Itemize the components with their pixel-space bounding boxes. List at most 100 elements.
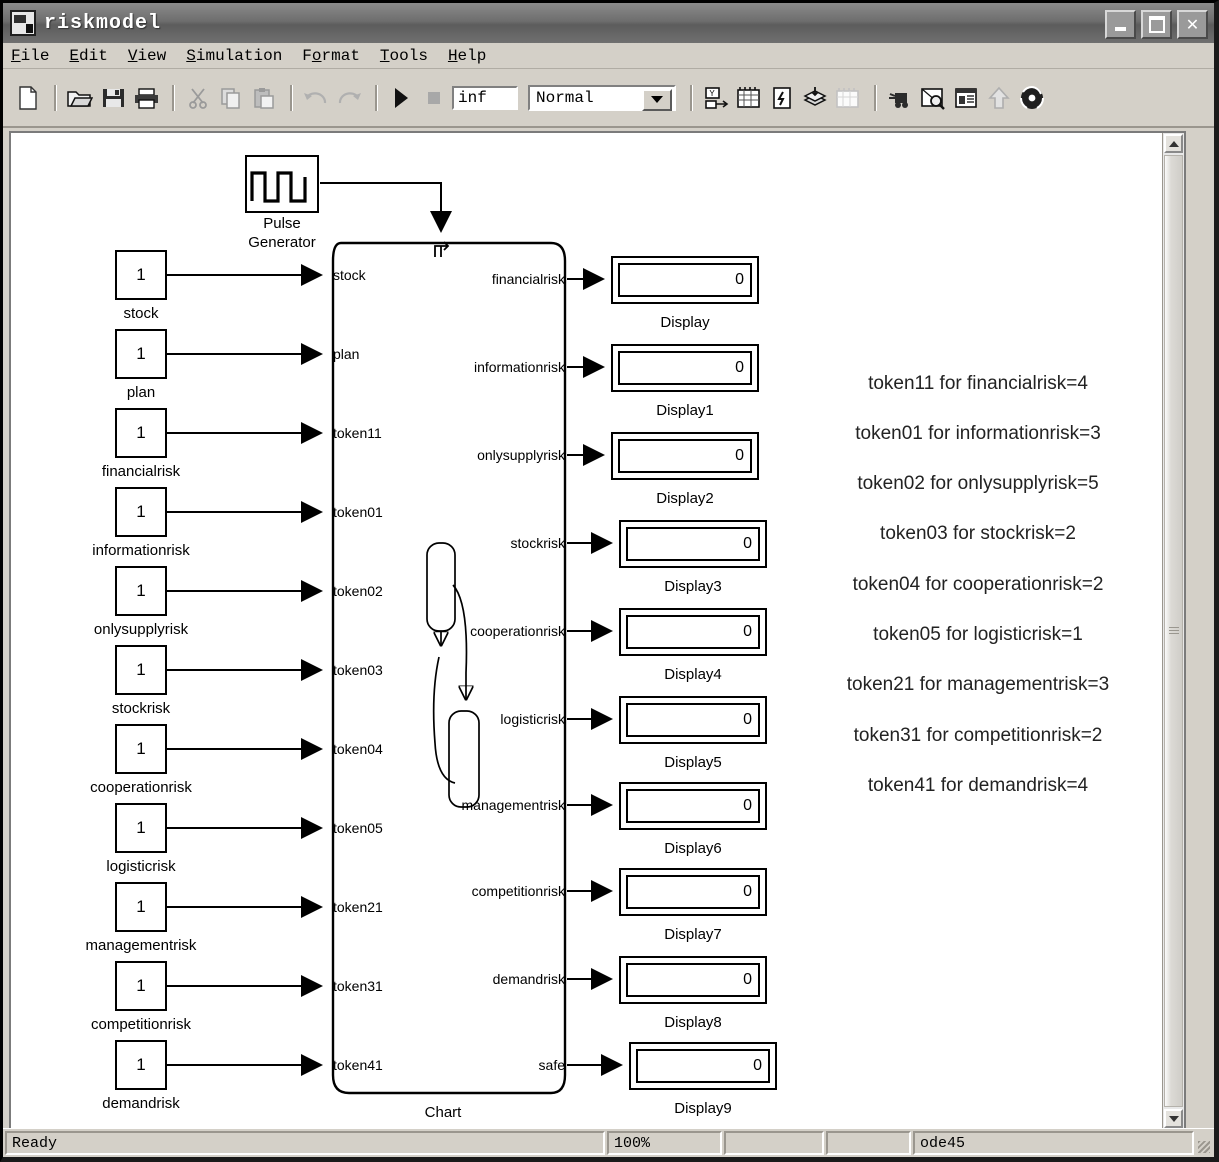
constant-block-financialrisk[interactable]: 1 (115, 408, 167, 458)
scrollbar-thumb[interactable] (1164, 155, 1183, 1107)
constant-label-cooperationrisk: cooperationrisk (90, 779, 192, 796)
chart-input-port-token04: token04 (333, 741, 383, 757)
model-canvas[interactable]: Pulse Generator 1 1 1 1 1 1 1 1 1 1 1 st… (9, 131, 1186, 1131)
find-icon[interactable] (918, 83, 948, 113)
constant-value: 1 (136, 976, 146, 995)
chart-output-port-stockrisk: stockrisk (510, 535, 565, 551)
menu-tools[interactable]: Tools (380, 47, 428, 65)
chevron-down-icon[interactable] (642, 88, 672, 111)
data-inspector-icon[interactable] (833, 83, 863, 113)
menu-view[interactable]: View (128, 47, 166, 65)
display-block-7[interactable]: 0 (619, 868, 767, 916)
constant-block-stockrisk[interactable]: 1 (115, 645, 167, 695)
constant-block-plan[interactable]: 1 (115, 329, 167, 379)
debug-icon[interactable] (885, 83, 915, 113)
display-label-9: Display9 (674, 1100, 732, 1117)
annotation-8: token41 for demandrisk=4 (867, 775, 1089, 796)
constant-value: 1 (136, 581, 146, 600)
menu-format[interactable]: Format (302, 47, 360, 65)
print-icon[interactable] (131, 83, 161, 113)
display-block-1[interactable]: 0 (611, 344, 759, 392)
chart-input-port-token11: token11 (333, 425, 382, 441)
model-diagram: Pulse Generator 1 1 1 1 1 1 1 1 1 1 1 st… (11, 133, 1164, 1129)
constant-block-managementrisk[interactable]: 1 (115, 882, 167, 932)
scroll-down-icon[interactable] (1164, 1109, 1183, 1128)
status-bar: Ready 100% ode45 (3, 1128, 1214, 1157)
scroll-up-icon[interactable] (1164, 134, 1183, 153)
cut-icon[interactable] (183, 83, 213, 113)
chart-input-port-token02: token02 (333, 583, 383, 599)
annotation-6: token21 for managementrisk=3 (846, 674, 1110, 695)
display-block-2[interactable]: 0 (611, 432, 759, 480)
resize-grip-icon[interactable] (1196, 1131, 1212, 1155)
redo-icon[interactable] (334, 83, 364, 113)
menu-edit[interactable]: Edit (69, 47, 107, 65)
constant-label-stock: stock (123, 305, 159, 322)
new-model-icon[interactable] (13, 83, 43, 113)
window-title: riskmodel (44, 11, 162, 35)
chart-input-port-token03: token03 (333, 662, 383, 678)
simulation-mode-select[interactable]: Normal (528, 84, 676, 111)
chart-input-port-token05: token05 (333, 820, 383, 836)
copy-icon[interactable] (216, 83, 246, 113)
constant-value: 1 (136, 660, 146, 679)
constant-block-demandrisk[interactable]: 1 (115, 1040, 167, 1090)
annotation-3: token03 for stockrisk=2 (880, 523, 1076, 544)
minimize-button[interactable] (1105, 10, 1136, 39)
stop-time-input[interactable]: inf (452, 85, 518, 110)
constant-block-stock[interactable]: 1 (115, 250, 167, 300)
display-block-9[interactable]: 0 (629, 1042, 777, 1090)
display-block-3[interactable]: 0 (619, 520, 767, 568)
chart-output-port-demandrisk: demandrisk (492, 971, 565, 987)
display-block-0[interactable]: 0 (611, 256, 759, 304)
display-value: 0 (626, 789, 760, 823)
constant-value: 1 (136, 344, 146, 363)
toggle-scope-icon[interactable] (800, 83, 830, 113)
model-properties-icon[interactable] (951, 83, 981, 113)
chart-output-port-managementrisk: managementrisk (461, 797, 566, 813)
constant-block-cooperationrisk[interactable]: 1 (115, 724, 167, 774)
constant-block-onlysupplyrisk[interactable]: 1 (115, 566, 167, 616)
display-value: 0 (636, 1049, 770, 1083)
menu-help[interactable]: Help (448, 47, 486, 65)
display-label-4: Display4 (664, 666, 722, 683)
open-model-icon[interactable] (65, 83, 95, 113)
display-label-7: Display7 (664, 926, 722, 943)
constant-block-competitionrisk[interactable]: 1 (115, 961, 167, 1011)
close-button[interactable]: ✕ (1177, 10, 1208, 39)
toolbar-separator (874, 84, 877, 111)
model-explorer-icon[interactable] (734, 83, 764, 113)
status-pane-3 (724, 1131, 824, 1155)
constant-label-stockrisk: stockrisk (111, 700, 171, 717)
constant-block-informationrisk[interactable]: 1 (115, 487, 167, 537)
display-block-8[interactable]: 0 (619, 956, 767, 1004)
web-icon[interactable] (1017, 83, 1047, 113)
display-label-2: Display2 (656, 490, 714, 507)
display-label-6: Display6 (664, 840, 722, 857)
display-block-6[interactable]: 0 (619, 782, 767, 830)
constant-block-logisticrisk[interactable]: 1 (115, 803, 167, 853)
display-label-8: Display8 (664, 1014, 722, 1031)
annotation-2: token02 for onlysupplyrisk=5 (857, 473, 1099, 494)
start-simulation-icon[interactable] (386, 83, 416, 113)
chart-output-port-competitionrisk: competitionrisk (471, 883, 565, 899)
menu-file[interactable]: File (11, 47, 49, 65)
update-diagram-icon[interactable] (767, 83, 797, 113)
go-up-icon[interactable] (984, 83, 1014, 113)
library-browser-icon[interactable]: Y (701, 83, 731, 113)
display-block-5[interactable]: 0 (619, 696, 767, 744)
pulse-generator-block[interactable] (245, 155, 319, 213)
stop-simulation-icon[interactable] (419, 83, 449, 113)
constant-label-demandrisk: demandrisk (102, 1095, 180, 1112)
constant-value: 1 (136, 897, 146, 916)
save-icon[interactable] (98, 83, 128, 113)
scrollbar-grip-icon (1169, 627, 1179, 635)
constant-label-managementrisk: managementrisk (85, 937, 197, 954)
vertical-scrollbar[interactable] (1162, 133, 1184, 1129)
paste-icon[interactable] (249, 83, 279, 113)
display-block-4[interactable]: 0 (619, 608, 767, 656)
undo-icon[interactable] (301, 83, 331, 113)
maximize-button[interactable] (1141, 10, 1172, 39)
menu-simulation[interactable]: Simulation (186, 47, 282, 65)
chart-output-port-logisticrisk: logisticrisk (500, 711, 565, 727)
